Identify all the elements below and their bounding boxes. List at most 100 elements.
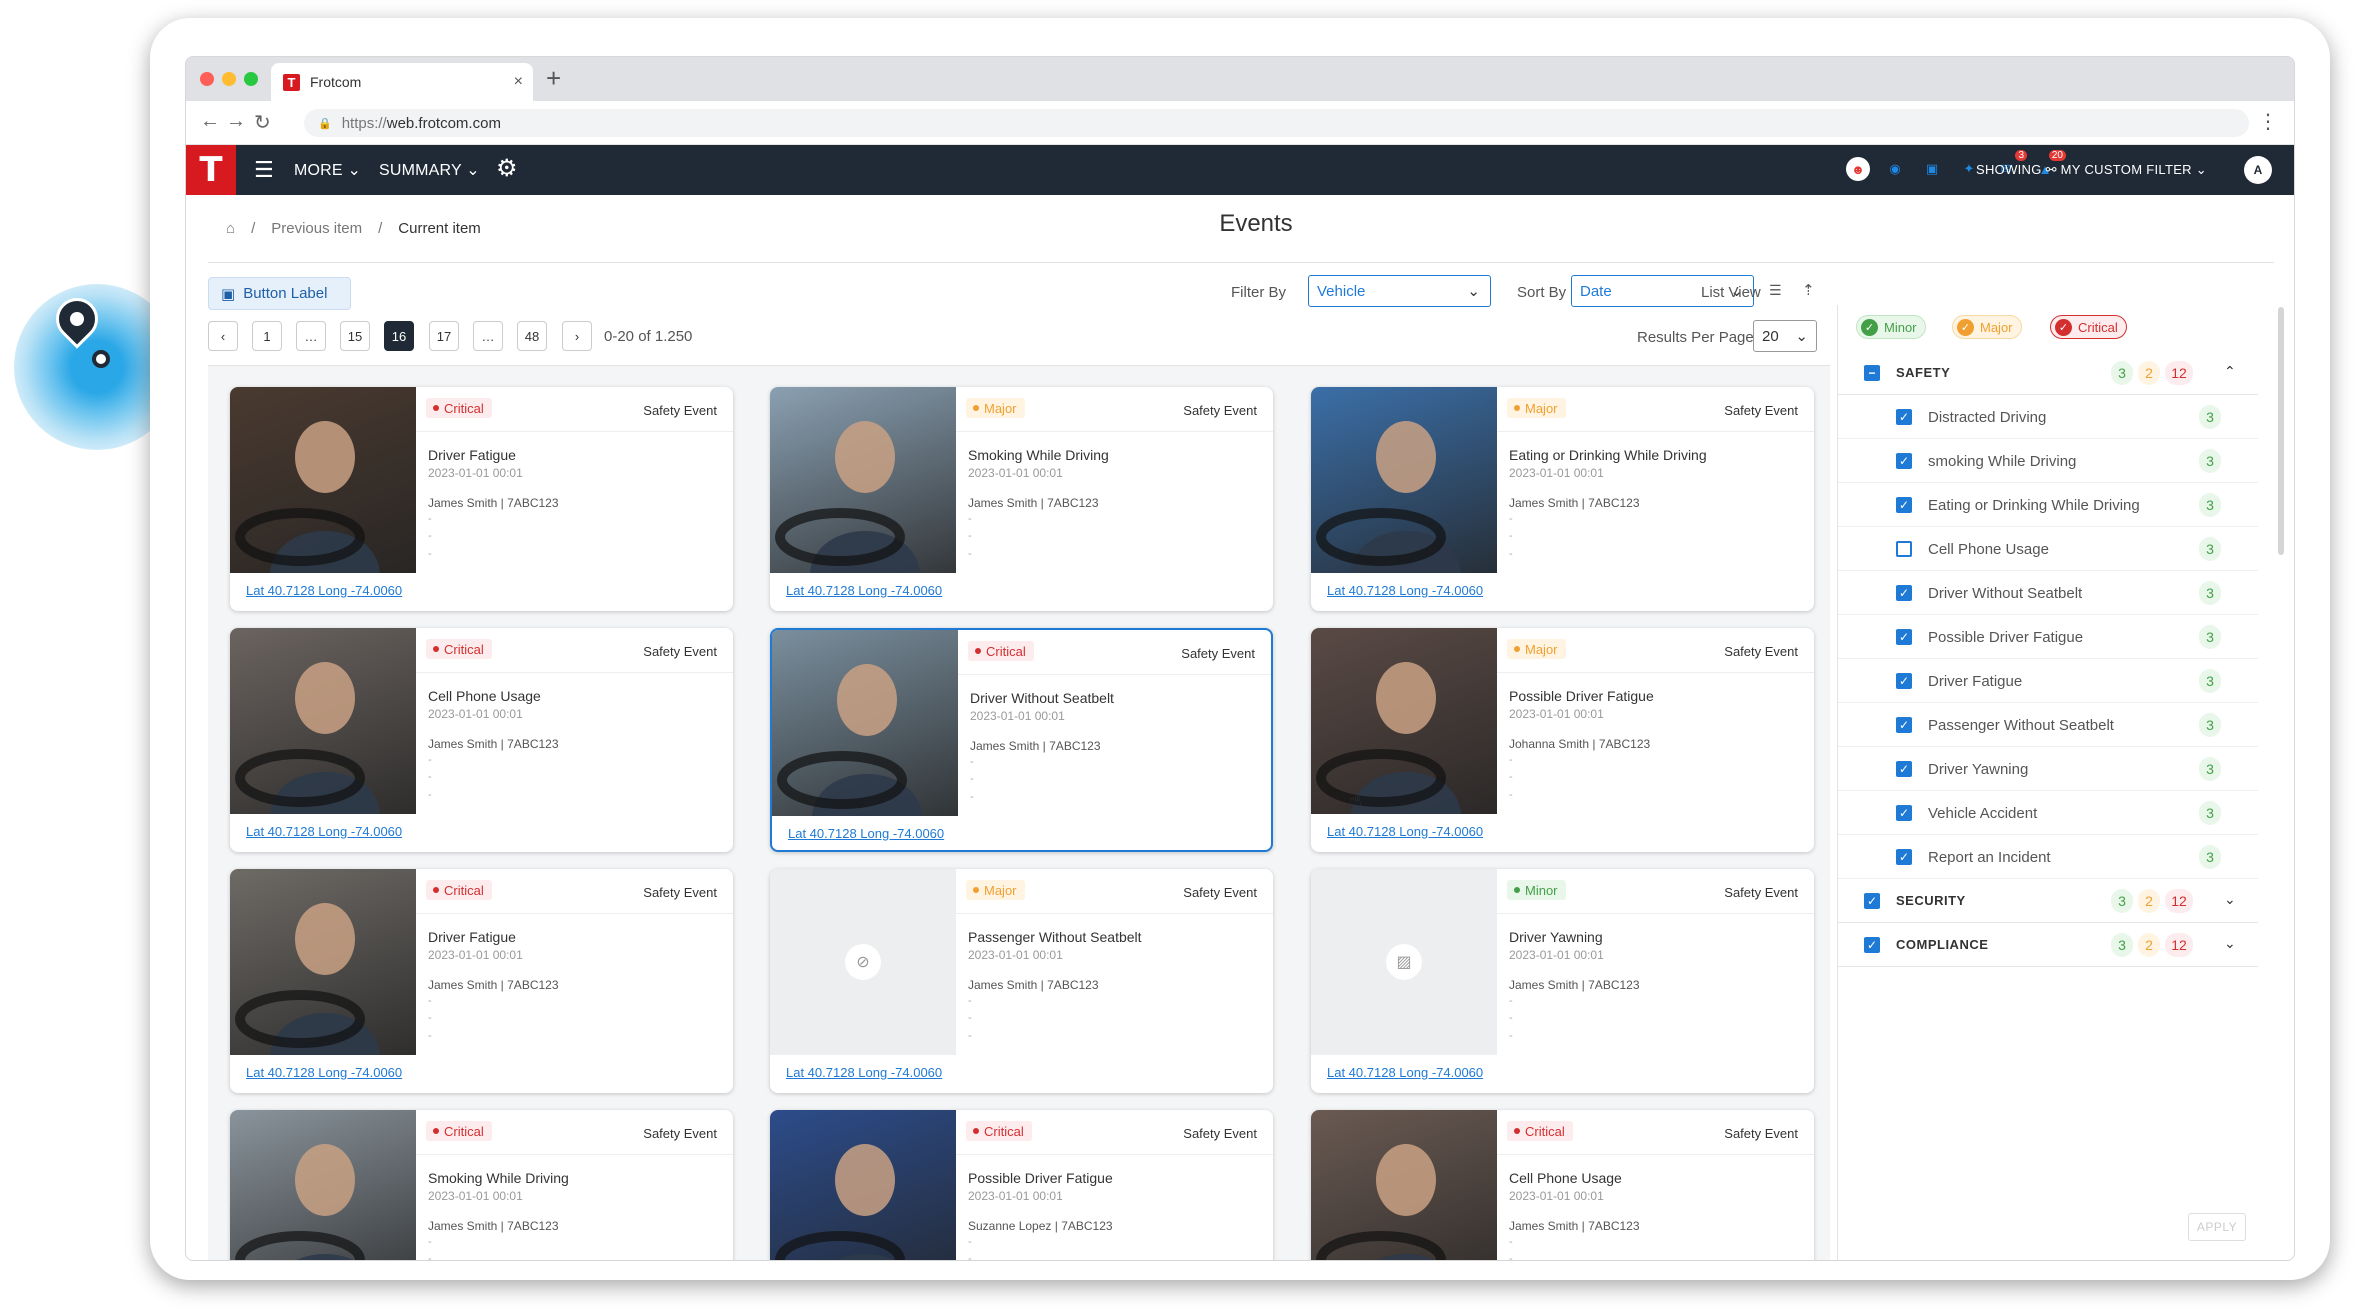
filter-item[interactable]: ✓ Vehicle Accident 3 bbox=[1838, 791, 2258, 835]
filter-item[interactable]: ✓ Report an Incident 3 bbox=[1838, 835, 2258, 879]
event-card[interactable]: Critical Safety Event Cell Phone Usage 2023… bbox=[1311, 1110, 1814, 1260]
event-coordinates-link[interactable]: Lat 40.7128 Long -74.0060 bbox=[1327, 583, 1483, 598]
label-button[interactable]: ▣ Button Label bbox=[208, 277, 351, 310]
event-photo[interactable] bbox=[770, 387, 956, 573]
category-compliance[interactable]: ✓ COMPLIANCE 3 2 12 ⌄ bbox=[1838, 923, 2258, 967]
event-photo[interactable] bbox=[230, 869, 416, 1055]
category-security[interactable]: ✓ SECURITY 3 2 12 ⌄ bbox=[1838, 879, 2258, 923]
hamburger-menu-icon[interactable]: ☰ bbox=[254, 157, 274, 183]
list-view-label[interactable]: List View bbox=[1701, 284, 1761, 301]
custom-filter-selector[interactable]: SHOWING ⚯ MY CUSTOM FILTER ⌄ bbox=[1976, 162, 2207, 178]
notification-icon[interactable]: ▣ bbox=[1920, 157, 1944, 181]
page-ellipsis[interactable]: … bbox=[296, 321, 326, 351]
close-window-dot[interactable] bbox=[200, 72, 214, 86]
close-tab-icon[interactable]: × bbox=[514, 73, 523, 91]
filter-by-select[interactable]: Vehicle ⌄ bbox=[1308, 275, 1491, 307]
event-card[interactable]: Critical Safety Event Smoking While Drivin… bbox=[230, 1110, 733, 1260]
filter-item-checkbox[interactable]: ✓ bbox=[1896, 849, 1912, 865]
gear-icon[interactable]: ⚙ bbox=[496, 154, 518, 183]
filter-item-checkbox[interactable] bbox=[1896, 541, 1912, 557]
avatar[interactable]: A bbox=[2244, 156, 2272, 184]
severity-chip-critical[interactable]: ✓ Critical bbox=[2050, 315, 2127, 339]
event-photo[interactable] bbox=[770, 1110, 956, 1260]
filter-item[interactable]: ✓ Possible Driver Fatigue 3 bbox=[1838, 615, 2258, 659]
event-coordinates-link[interactable]: Lat 40.7128 Long -74.0060 bbox=[246, 1065, 402, 1080]
event-card[interactable]: Major Safety Event Possible Driver Fatigue… bbox=[1311, 628, 1814, 852]
page-button[interactable]: 1 bbox=[252, 321, 282, 351]
event-card[interactable]: ▨ Minor Safety Event Driver Yawning 2023-01-… bbox=[1311, 869, 1814, 1093]
event-coordinates-link[interactable]: Lat 40.7128 Long -74.0060 bbox=[246, 824, 402, 839]
list-view-icon[interactable]: ☰ bbox=[1769, 282, 1782, 299]
page-next-button[interactable]: › bbox=[562, 321, 592, 351]
event-coordinates-link[interactable]: Lat 40.7128 Long -74.0060 bbox=[1327, 824, 1483, 839]
event-coordinates-link[interactable]: Lat 40.7128 Long -74.0060 bbox=[246, 583, 402, 598]
page-button[interactable]: 17 bbox=[429, 321, 459, 351]
event-card[interactable]: Critical Safety Event Driver Fatigue 2023-0… bbox=[230, 869, 733, 1093]
category-checkbox[interactable]: − bbox=[1864, 365, 1880, 381]
event-photo[interactable] bbox=[1311, 387, 1497, 573]
event-card[interactable]: Major Safety Event Eating or Drinking Whil… bbox=[1311, 387, 1814, 611]
filter-item[interactable]: ✓ Passenger Without Seatbelt 3 bbox=[1838, 703, 2258, 747]
severity-chip-major[interactable]: ✓ Major bbox=[1952, 315, 2022, 339]
event-card[interactable]: Critical Safety Event Possible Driver Fati… bbox=[770, 1110, 1273, 1260]
event-card[interactable]: ⊘ Major Safety Event Passenger Without Seat… bbox=[770, 869, 1273, 1093]
page-button[interactable]: 15 bbox=[340, 321, 370, 351]
filter-item[interactable]: ✓ smoking While Driving 3 bbox=[1838, 439, 2258, 483]
frotcom-logo[interactable]: T bbox=[186, 145, 236, 195]
filter-item-checkbox[interactable]: ✓ bbox=[1896, 497, 1912, 513]
minimize-window-dot[interactable] bbox=[222, 72, 236, 86]
page-button[interactable]: 48 bbox=[517, 321, 547, 351]
notification-icon[interactable]: ☻ bbox=[1846, 157, 1870, 181]
page-prev-button[interactable]: ‹ bbox=[208, 321, 238, 351]
chevron-down-icon[interactable]: ⌄ bbox=[2224, 891, 2236, 908]
filter-item-checkbox[interactable]: ✓ bbox=[1896, 409, 1912, 425]
nav-more[interactable]: MORE ⌄ bbox=[294, 160, 361, 180]
browser-menu-icon[interactable]: ⋮ bbox=[2258, 109, 2278, 134]
event-coordinates-link[interactable]: Lat 40.7128 Long -74.0060 bbox=[786, 583, 942, 598]
filter-item-checkbox[interactable]: ✓ bbox=[1896, 761, 1912, 777]
event-photo[interactable] bbox=[1311, 1110, 1497, 1260]
results-per-page-select[interactable]: 20 ⌄ bbox=[1753, 320, 1817, 352]
chevron-up-icon[interactable]: ⌃ bbox=[2224, 363, 2236, 380]
event-photo[interactable] bbox=[1311, 628, 1497, 814]
filter-item[interactable]: ✓ Driver Fatigue 3 bbox=[1838, 659, 2258, 703]
category-checkbox[interactable]: ✓ bbox=[1864, 937, 1880, 953]
event-photo[interactable] bbox=[772, 630, 958, 816]
url-input[interactable]: 🔒 https:// web.frotcom.com bbox=[304, 109, 2249, 137]
browser-tab[interactable]: T Frotcom × bbox=[271, 63, 533, 101]
filter-item-checkbox[interactable]: ✓ bbox=[1896, 673, 1912, 689]
event-coordinates-link[interactable]: Lat 40.7128 Long -74.0060 bbox=[786, 1065, 942, 1080]
back-icon[interactable]: ← bbox=[200, 110, 220, 133]
nav-summary[interactable]: SUMMARY ⌄ bbox=[379, 160, 480, 180]
panel-scrollbar[interactable] bbox=[2278, 307, 2284, 555]
forward-icon[interactable]: → bbox=[226, 110, 246, 133]
filter-item[interactable]: ✓ Distracted Driving 3 bbox=[1838, 395, 2258, 439]
home-icon[interactable]: ⌂ bbox=[226, 220, 235, 237]
filter-item[interactable]: ✓ Driver Yawning 3 bbox=[1838, 747, 2258, 791]
severity-chip-minor[interactable]: ✓ Minor bbox=[1856, 315, 1926, 339]
event-photo[interactable] bbox=[230, 1110, 416, 1260]
filter-item-checkbox[interactable]: ✓ bbox=[1896, 805, 1912, 821]
event-card[interactable]: Major Safety Event Smoking While Driving 20… bbox=[770, 387, 1273, 611]
event-card[interactable]: Critical Safety Event Driver Fatigue 2023-0… bbox=[230, 387, 733, 611]
reload-icon[interactable]: ↻ bbox=[254, 110, 271, 135]
page-ellipsis[interactable]: … bbox=[473, 321, 503, 351]
new-tab-icon[interactable]: + bbox=[546, 63, 561, 94]
event-card[interactable]: Critical Safety Event Driver Without Seatb… bbox=[770, 628, 1273, 852]
chevron-down-icon[interactable]: ⌄ bbox=[2224, 935, 2236, 952]
breadcrumb-previous[interactable]: Previous item bbox=[271, 220, 362, 237]
filter-item[interactable]: Cell Phone Usage 3 bbox=[1838, 527, 2258, 571]
notification-icon[interactable]: ◉ bbox=[1883, 157, 1907, 181]
apply-button[interactable]: APPLY bbox=[2188, 1213, 2246, 1241]
event-photo[interactable] bbox=[230, 628, 416, 814]
filter-item-checkbox[interactable]: ✓ bbox=[1896, 585, 1912, 601]
event-photo[interactable] bbox=[230, 387, 416, 573]
event-card[interactable]: Critical Safety Event Cell Phone Usage 2023… bbox=[230, 628, 733, 852]
filter-item-checkbox[interactable]: ✓ bbox=[1896, 717, 1912, 733]
filter-item[interactable]: ✓ Eating or Drinking While Driving 3 bbox=[1838, 483, 2258, 527]
category-checkbox[interactable]: ✓ bbox=[1864, 893, 1880, 909]
filter-item-checkbox[interactable]: ✓ bbox=[1896, 453, 1912, 469]
event-coordinates-link[interactable]: Lat 40.7128 Long -74.0060 bbox=[1327, 1065, 1483, 1080]
maximize-window-dot[interactable] bbox=[244, 72, 258, 86]
filter-item-checkbox[interactable]: ✓ bbox=[1896, 629, 1912, 645]
